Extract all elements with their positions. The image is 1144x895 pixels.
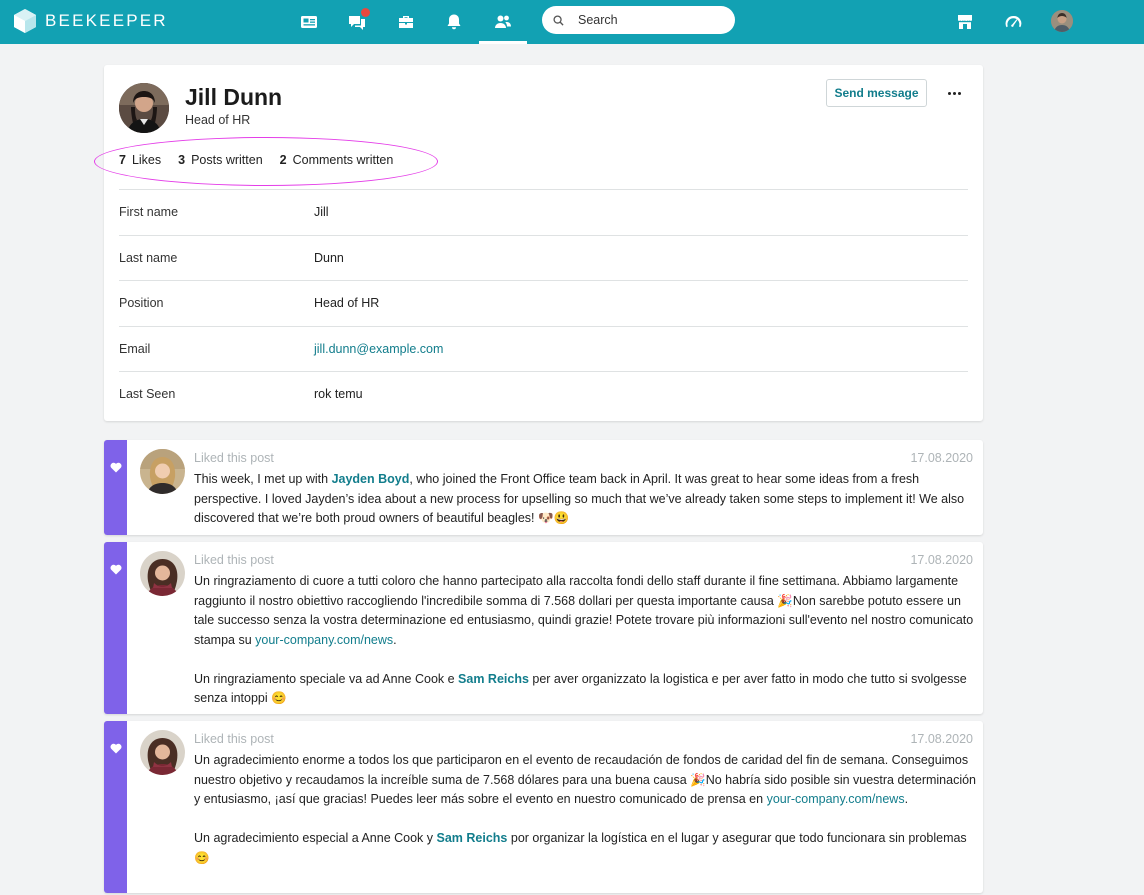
field-label: Email — [119, 341, 151, 356]
post-paragraph: Un ringraziamento di cuore a tutti color… — [194, 572, 976, 650]
profile-fields: First name Jill Last name Dunn Position … — [119, 189, 968, 417]
nav-news-icon[interactable] — [285, 0, 333, 44]
news-url-link[interactable]: your-company.com/news — [255, 633, 393, 647]
profile-avatar — [119, 83, 169, 133]
post-text: Un agradecimiento especial a Anne Cook y — [194, 831, 437, 845]
post-text: . — [904, 792, 909, 806]
nav-notifications-icon[interactable] — [430, 0, 478, 44]
post-meta: Liked this post — [194, 451, 274, 465]
unread-badge — [361, 8, 370, 17]
stat-comments[interactable]: 2 Comments written — [280, 153, 394, 167]
stat-likes[interactable]: 7 Likes — [119, 153, 161, 167]
send-message-button[interactable]: Send message — [826, 79, 927, 107]
post-date: 17.08.2020 — [910, 451, 973, 465]
post-paragraph: This week, I met up with Jayden Boyd, wh… — [194, 470, 976, 529]
field-email: Email jill.dunn@example.com — [119, 325, 968, 372]
author-avatar[interactable] — [140, 730, 185, 775]
profile-title: Head of HR — [185, 113, 251, 127]
field-label: First name — [119, 205, 179, 220]
nav-people-icon[interactable] — [479, 0, 527, 44]
heart-icon — [110, 743, 121, 754]
post-paragraph: Un agradecimiento enorme a todos los que… — [194, 751, 976, 810]
post-body: Un agradecimiento enorme a todos los que… — [194, 751, 976, 868]
beekeeper-logo-icon — [14, 9, 36, 33]
field-last-seen: Last Seen rok temu — [119, 371, 968, 417]
like-indicator-bar — [104, 542, 127, 714]
user-avatar[interactable] — [1051, 10, 1073, 32]
field-label: Last Seen — [119, 387, 176, 402]
profile-card: Jill Dunn Head of HR Send message 7 Likes… — [94, 65, 983, 421]
post-meta: Liked this post — [194, 553, 274, 567]
post-text: This week, I met up with — [194, 472, 332, 486]
field-value: Jill — [314, 205, 329, 220]
search-input[interactable] — [578, 13, 728, 27]
search-box[interactable] — [542, 6, 735, 34]
activity-post[interactable]: Liked this post 17.08.2020 This week, I … — [104, 440, 983, 535]
email-link[interactable]: jill.dunn@example.com — [314, 342, 443, 356]
field-last-name: Last name Dunn — [119, 234, 968, 281]
post-paragraph: Un ringraziamento speciale va ad Anne Co… — [194, 670, 976, 709]
mention-link[interactable]: Jayden Boyd — [332, 472, 410, 486]
nav-store-icon[interactable] — [941, 0, 989, 44]
profile-name: Jill Dunn — [185, 84, 283, 110]
more-options-icon[interactable] — [942, 83, 966, 103]
news-url-link[interactable]: your-company.com/news — [767, 792, 905, 806]
post-date: 17.08.2020 — [910, 732, 973, 746]
top-bar: BEEKEEPER — [0, 0, 1144, 44]
nav-toolbox-icon[interactable] — [382, 0, 430, 44]
nav-chat-icon[interactable] — [333, 0, 381, 44]
heart-icon — [110, 462, 121, 473]
field-value: Dunn — [314, 250, 344, 265]
post-paragraph: Un agradecimiento especial a Anne Cook y… — [194, 829, 976, 868]
field-position: Position Head of HR — [119, 280, 968, 326]
app-logo[interactable]: BEEKEEPER — [14, 8, 168, 34]
field-first-name: First name Jill — [119, 189, 968, 235]
field-value: Head of HR — [314, 296, 380, 311]
heart-icon — [110, 564, 121, 575]
post-text: . — [393, 632, 397, 647]
nav-dashboard-icon[interactable] — [989, 0, 1037, 44]
activity-post[interactable]: Liked this post 17.08.2020 Un ringraziam… — [104, 542, 983, 714]
like-indicator-bar — [104, 721, 127, 893]
mention-link[interactable]: Sam Reichs — [437, 831, 508, 845]
author-avatar[interactable] — [140, 449, 185, 494]
author-avatar[interactable] — [140, 551, 185, 596]
field-label: Last name — [119, 250, 178, 265]
post-body: This week, I met up with Jayden Boyd, wh… — [194, 470, 976, 529]
mention-link[interactable]: Sam Reichs — [458, 672, 529, 686]
activity-post[interactable]: Liked this post 17.08.2020 Un agradecimi… — [104, 721, 983, 893]
stat-posts[interactable]: 3 Posts written — [178, 153, 263, 167]
post-meta: Liked this post — [194, 732, 274, 746]
post-text: Un ringraziamento speciale va ad Anne Co… — [194, 671, 459, 686]
post-date: 17.08.2020 — [910, 553, 973, 567]
field-value: rok temu — [314, 387, 363, 402]
app-name: BEEKEEPER — [45, 11, 168, 30]
search-icon — [553, 14, 564, 26]
like-indicator-bar — [104, 440, 127, 535]
profile-stats: 7 Likes 3 Posts written 2 Comments written — [119, 153, 410, 167]
field-label: Position — [119, 296, 164, 311]
post-body: Un ringraziamento di cuore a tutti color… — [194, 572, 976, 709]
